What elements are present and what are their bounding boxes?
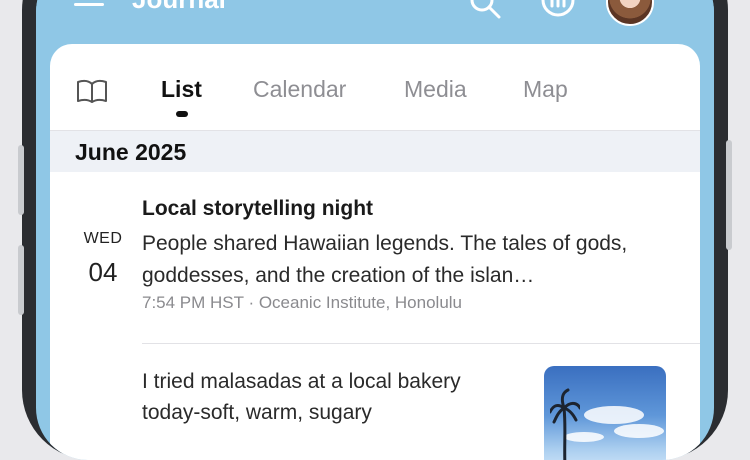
power-button xyxy=(726,140,732,250)
volume-down-button xyxy=(18,245,24,315)
entry-title[interactable]: Local storytelling night xyxy=(142,197,373,221)
tab-media[interactable]: Media xyxy=(404,76,467,103)
screen: Journal List Calendar Media Map June 202… xyxy=(36,0,714,460)
entry-divider xyxy=(142,343,700,344)
tab-bar: List Calendar Media Map xyxy=(50,44,700,131)
search-icon[interactable] xyxy=(468,0,502,20)
month-section-header: June 2025 xyxy=(50,131,700,172)
entry-preview[interactable]: I tried malasadas at a local bakery toda… xyxy=(142,366,522,428)
entry-thumbnail[interactable] xyxy=(544,366,666,460)
entry-weekday: WED xyxy=(83,230,123,247)
volume-up-button xyxy=(18,145,24,215)
entry-day: 04 xyxy=(88,257,118,287)
tab-list[interactable]: List xyxy=(161,76,202,103)
tab-calendar[interactable]: Calendar xyxy=(253,76,346,103)
more-options-icon[interactable] xyxy=(540,0,576,18)
entry-meta: 7:54 PM HST · Oceanic Institute, Honolul… xyxy=(142,293,463,312)
palm-tree-icon xyxy=(550,388,580,460)
app-bar: Journal xyxy=(36,0,714,46)
month-label: June 2025 xyxy=(75,139,187,165)
entry-preview[interactable]: People shared Hawaiian legends. The tale… xyxy=(142,228,682,292)
book-icon[interactable] xyxy=(76,79,108,103)
menu-icon[interactable] xyxy=(74,0,104,6)
tab-active-indicator xyxy=(176,111,188,117)
tab-map[interactable]: Map xyxy=(523,76,568,103)
content-sheet: List Calendar Media Map June 2025 WED 04… xyxy=(50,44,700,460)
avatar[interactable] xyxy=(606,0,654,26)
app-title: Journal xyxy=(132,0,226,15)
